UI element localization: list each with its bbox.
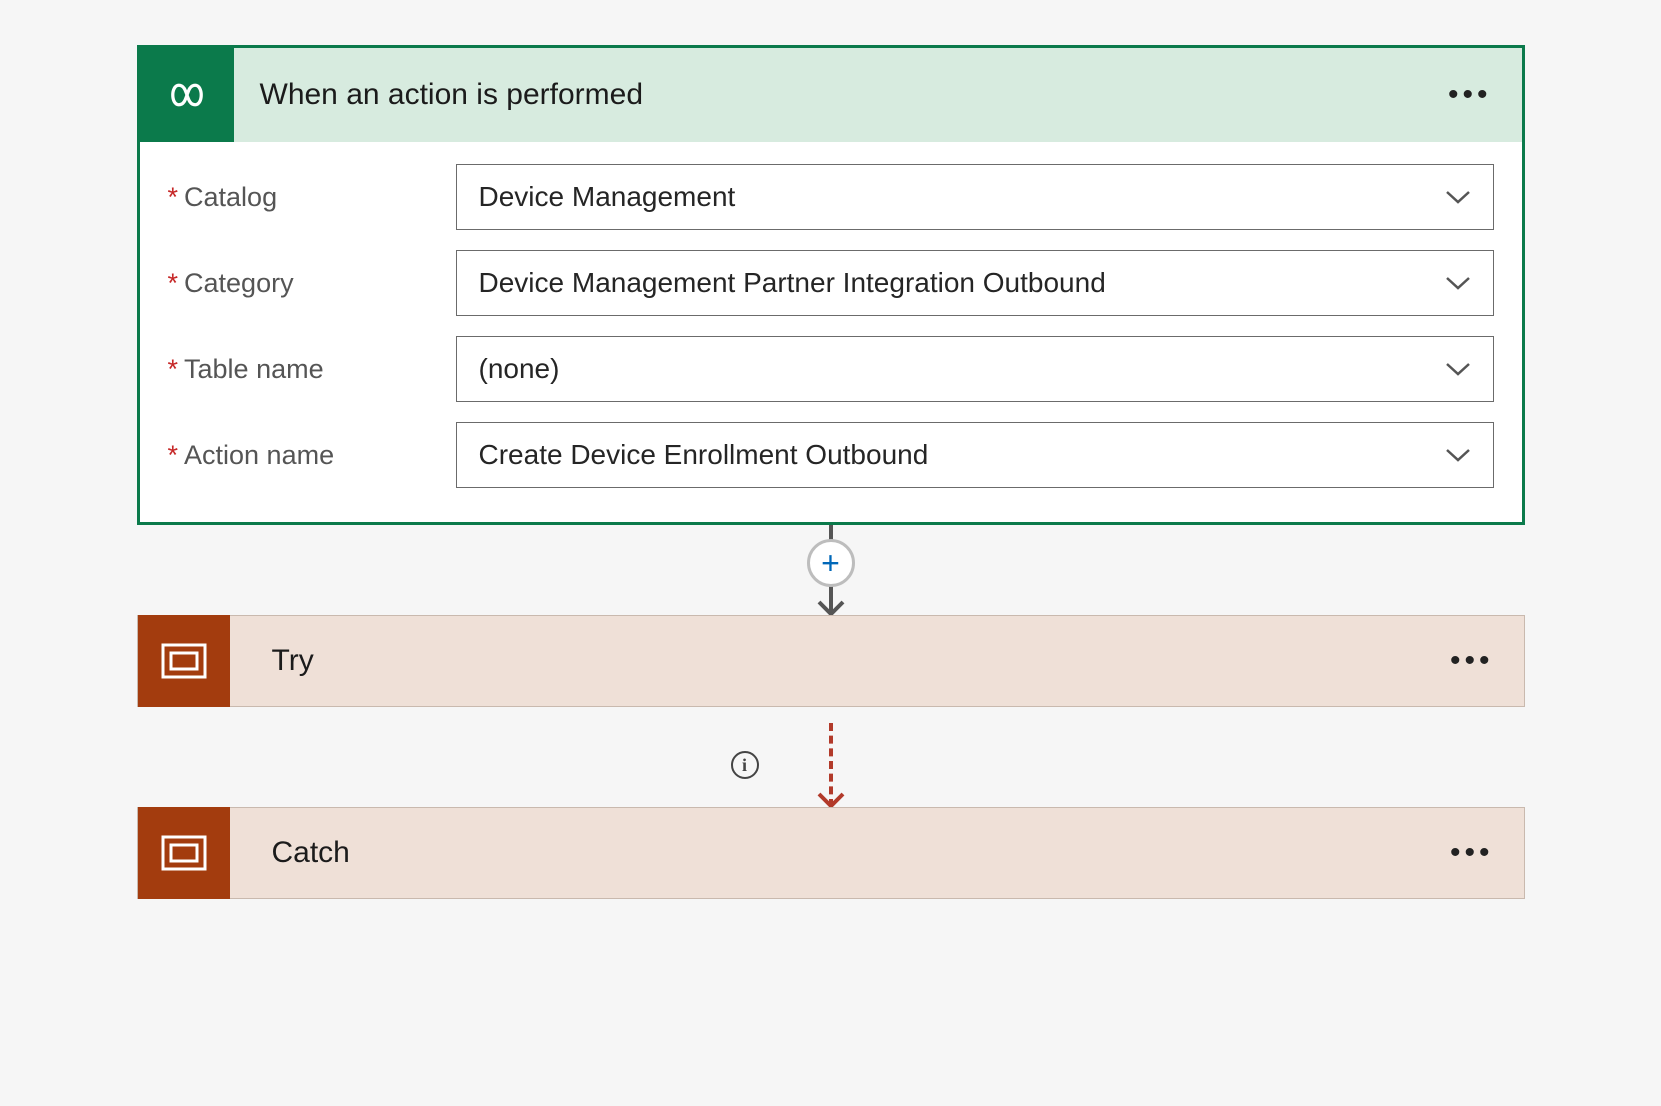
dataverse-icon (140, 48, 234, 142)
flow-canvas: When an action is performed ••• * Catalo… (60, 45, 1601, 899)
chevron-down-icon (1445, 276, 1471, 290)
connector-try-catch: i (681, 707, 981, 807)
field-row-catalog: * Catalog Device Management (168, 164, 1494, 230)
catch-scope-card[interactable]: Catch ••• (137, 807, 1525, 899)
chevron-down-icon (1445, 448, 1471, 462)
chevron-down-icon (1445, 362, 1471, 376)
trigger-more-button[interactable]: ••• (1418, 78, 1522, 112)
field-row-table-name: * Table name (none) (168, 336, 1494, 402)
run-after-info-icon[interactable]: i (731, 751, 759, 779)
trigger-header[interactable]: When an action is performed ••• (140, 48, 1522, 142)
scope-icon (138, 807, 230, 899)
field-label-action-name: * Action name (168, 440, 456, 471)
required-asterisk-icon: * (168, 440, 179, 471)
category-select-value: Device Management Partner Integration Ou… (479, 267, 1106, 299)
action-name-select[interactable]: Create Device Enrollment Outbound (456, 422, 1494, 488)
catalog-select-value: Device Management (479, 181, 736, 213)
table-name-select[interactable]: (none) (456, 336, 1494, 402)
required-asterisk-icon: * (168, 268, 179, 299)
field-label-category: * Category (168, 268, 456, 299)
required-asterisk-icon: * (168, 354, 179, 385)
catch-more-button[interactable]: ••• (1420, 836, 1524, 870)
category-select[interactable]: Device Management Partner Integration Ou… (456, 250, 1494, 316)
action-name-select-value: Create Device Enrollment Outbound (479, 439, 929, 471)
trigger-title: When an action is performed (260, 78, 1418, 112)
field-label-table-name: * Table name (168, 354, 456, 385)
required-asterisk-icon: * (168, 182, 179, 213)
try-scope-card[interactable]: Try ••• (137, 615, 1525, 707)
catch-scope-title: Catch (272, 836, 1420, 870)
trigger-body: * Catalog Device Management * Category D… (140, 142, 1522, 522)
field-row-action-name: * Action name Create Device Enrollment O… (168, 422, 1494, 488)
add-step-button[interactable]: + (807, 539, 855, 587)
chevron-down-icon (1445, 190, 1471, 204)
catalog-select[interactable]: Device Management (456, 164, 1494, 230)
field-label-catalog: * Catalog (168, 182, 456, 213)
table-name-select-value: (none) (479, 353, 560, 385)
connector-trigger-try: + (806, 525, 856, 615)
try-more-button[interactable]: ••• (1420, 644, 1524, 678)
try-scope-title: Try (272, 644, 1420, 678)
scope-icon (138, 615, 230, 707)
field-row-category: * Category Device Management Partner Int… (168, 250, 1494, 316)
trigger-card: When an action is performed ••• * Catalo… (137, 45, 1525, 525)
